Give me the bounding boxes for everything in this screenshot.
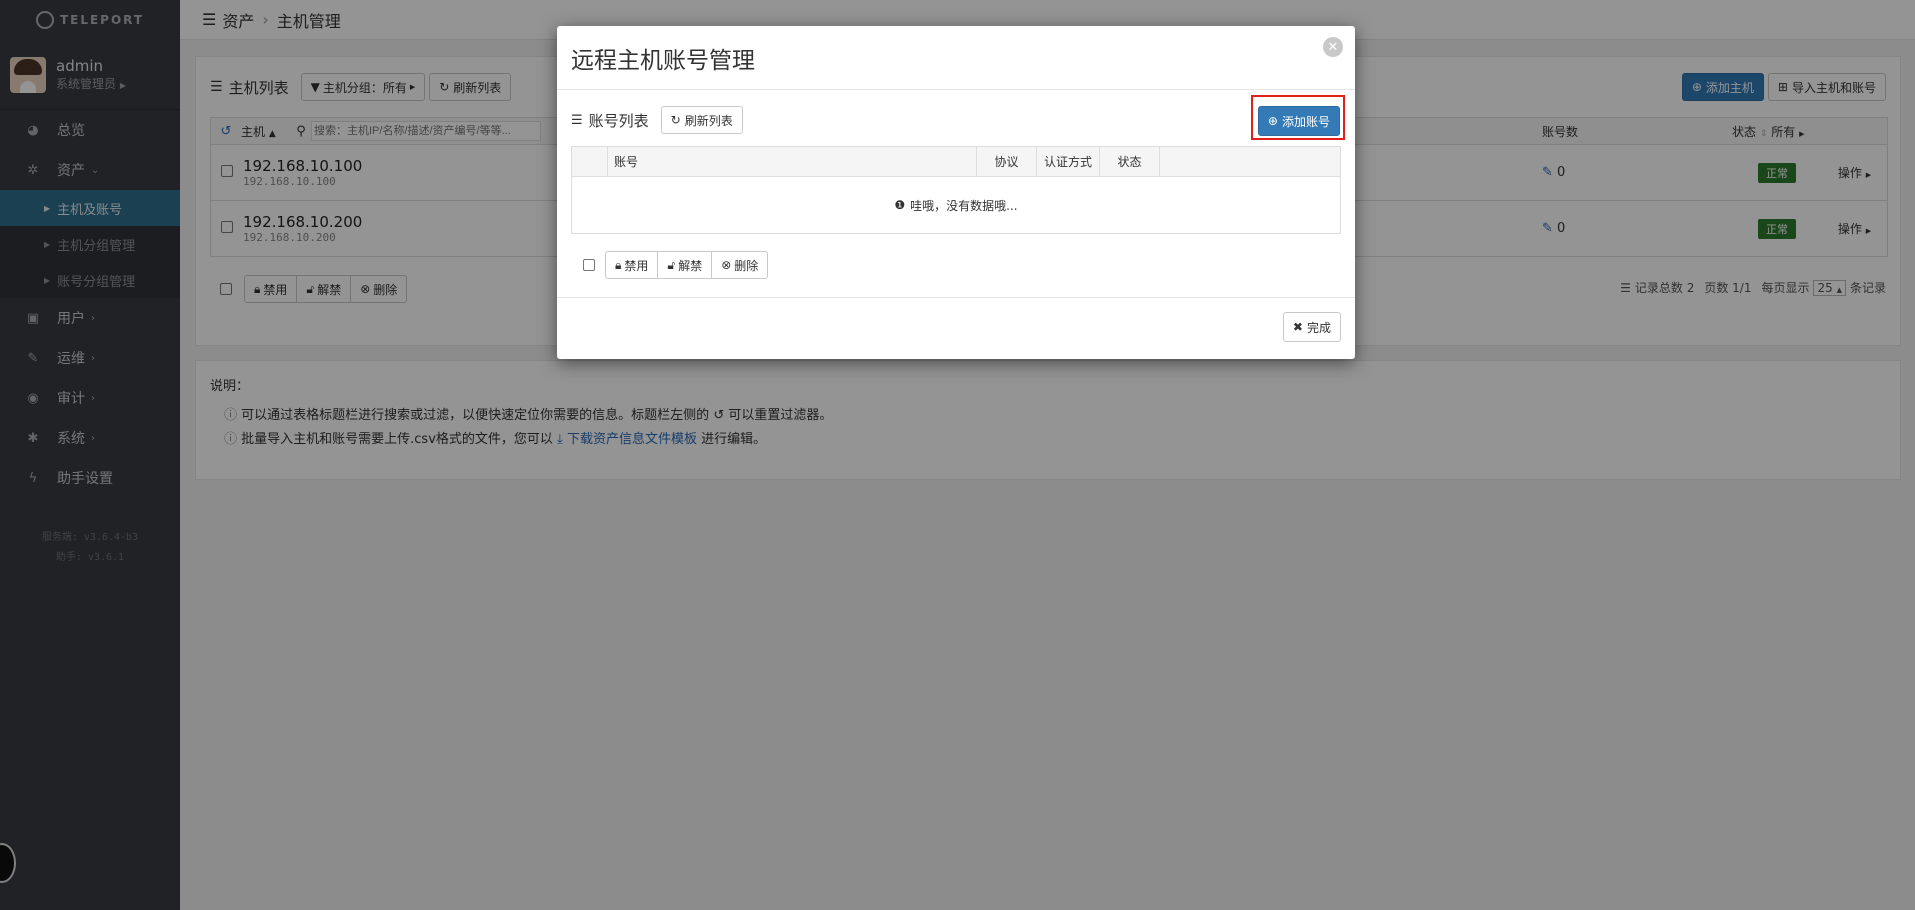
disable-label: 禁用 bbox=[624, 258, 649, 273]
done-label: 完成 bbox=[1306, 320, 1331, 335]
empty-message: 哇哦，没有数据哦... bbox=[910, 198, 1018, 213]
unlock-icon: 🔓︎ bbox=[667, 257, 676, 272]
done-button[interactable]: ✖ 完成 bbox=[1282, 312, 1341, 342]
delete-label: 删除 bbox=[734, 258, 759, 273]
disable-button[interactable]: 🔒︎ 禁用 bbox=[605, 251, 659, 279]
unlock-label: 解禁 bbox=[678, 258, 703, 273]
select-all-checkbox[interactable] bbox=[583, 259, 595, 271]
highlight-box bbox=[1251, 95, 1345, 140]
unlock-button[interactable]: 🔓︎ 解禁 bbox=[657, 251, 713, 279]
refresh-account-list-button[interactable]: ↻ 刷新列表 bbox=[660, 106, 743, 134]
refresh-label: 刷新列表 bbox=[684, 113, 733, 128]
list-icon: ☰ bbox=[571, 112, 583, 128]
remove-circle-icon: ⊗ bbox=[721, 258, 732, 272]
protocol-column-header: 协议 bbox=[977, 147, 1037, 176]
delete-button[interactable]: ⊗ 删除 bbox=[711, 251, 769, 279]
info-circle-icon: ❶ bbox=[894, 198, 906, 212]
lock-icon: 🔒︎ bbox=[615, 257, 622, 272]
auth-method-column-header: 认证方式 bbox=[1037, 147, 1100, 176]
refresh-icon: ↻ bbox=[670, 113, 681, 127]
account-list-title: 账号列表 bbox=[588, 111, 649, 130]
status-column-header: 状态 bbox=[1100, 147, 1160, 176]
empty-state: ❶ 哇哦，没有数据哦... bbox=[572, 177, 1340, 233]
dialog-footer: ✖ 完成 bbox=[557, 297, 1355, 359]
account-manage-dialog: 远程主机账号管理 ✕ ☰ 账号列表 ↻ 刷新列表 ⊕ 添加账号 账号 协议 认证… bbox=[557, 26, 1355, 359]
account-table-header: 账号 协议 认证方式 状态 bbox=[572, 147, 1340, 177]
account-table: 账号 协议 认证方式 状态 ❶ 哇哦，没有数据哦... bbox=[571, 146, 1341, 234]
close-icon[interactable]: ✕ bbox=[1323, 37, 1343, 57]
close-x-icon: ✖ bbox=[1292, 320, 1303, 334]
dialog-title: 远程主机账号管理 bbox=[571, 47, 755, 74]
account-column-header: 账号 bbox=[608, 147, 977, 176]
